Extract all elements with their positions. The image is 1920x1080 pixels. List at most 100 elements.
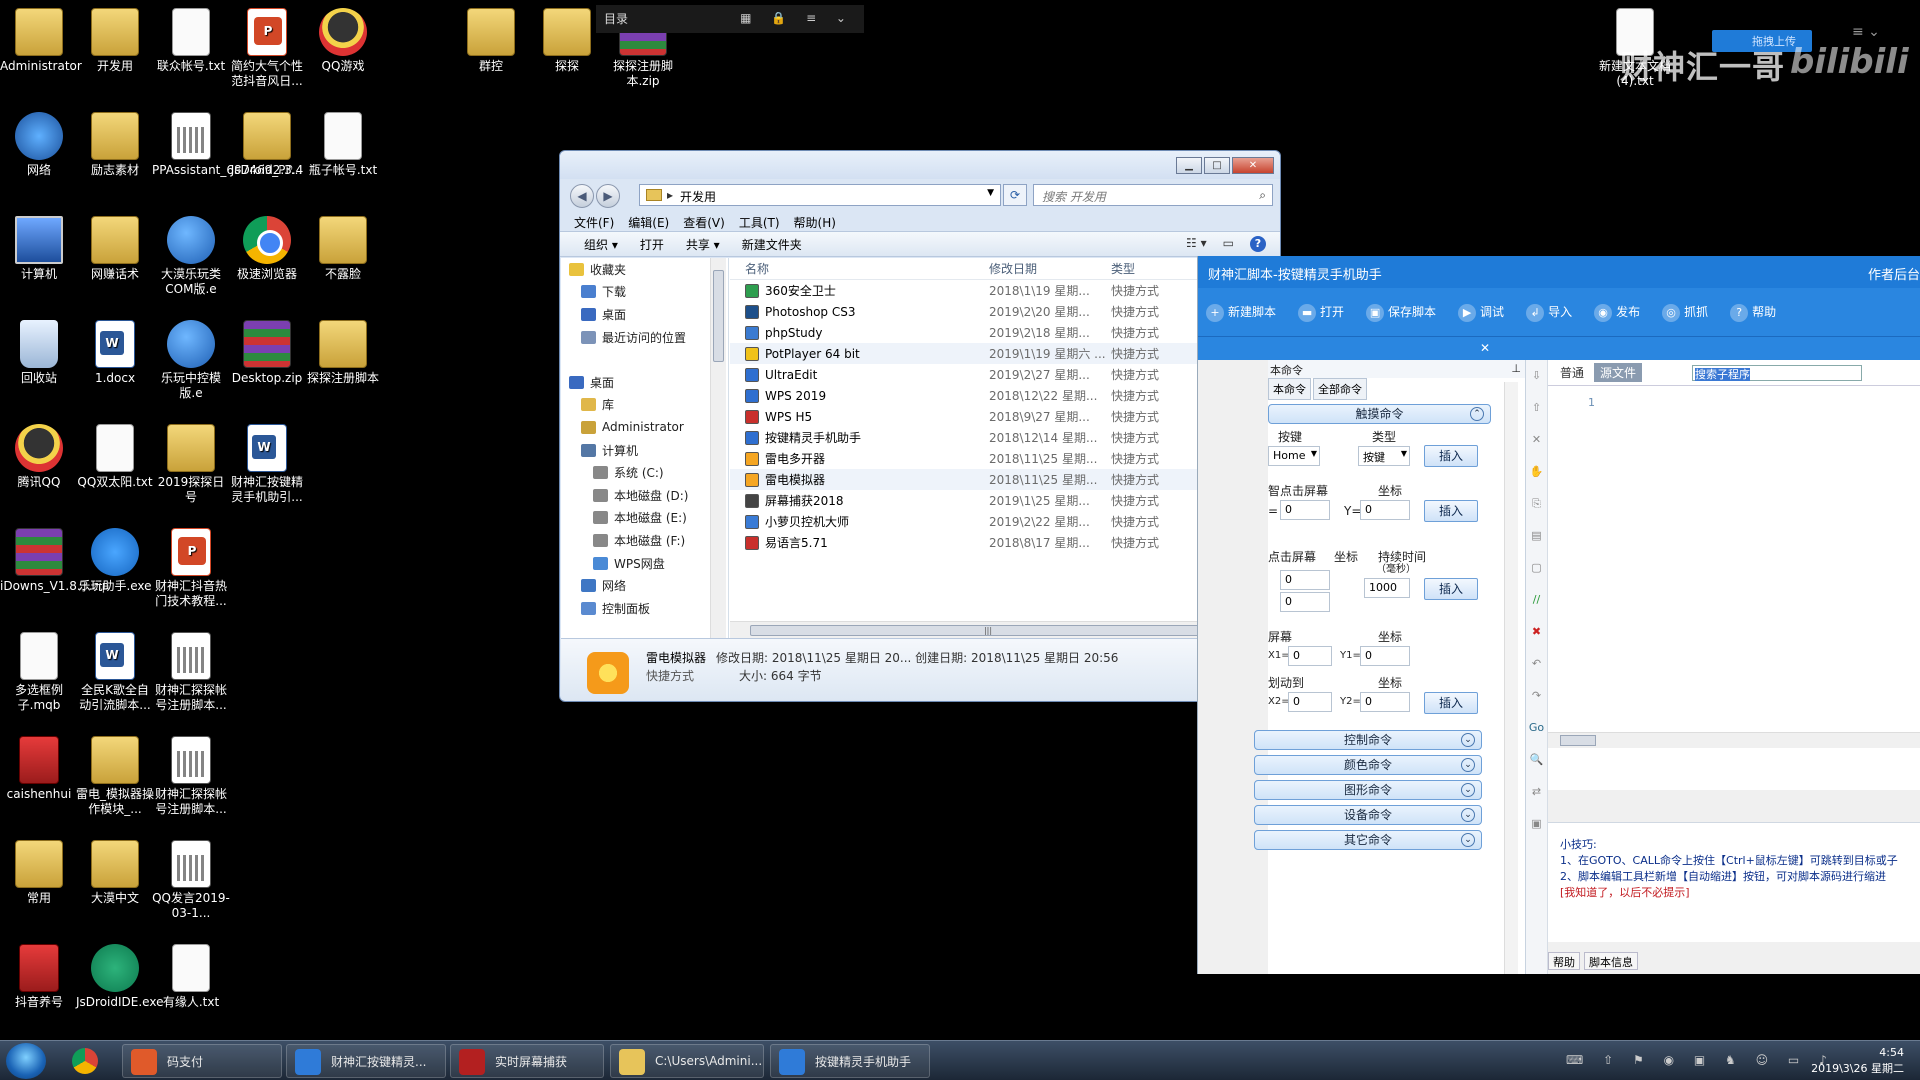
press-y-input[interactable]: 0	[1280, 592, 1330, 612]
tab-script-info[interactable]: 脚本信息	[1584, 952, 1638, 970]
goto-icon[interactable]: Go	[1526, 712, 1547, 744]
start-button[interactable]	[6, 1043, 46, 1079]
desktop-icon[interactable]: QQ发言2019-03-1...	[152, 840, 230, 921]
clock[interactable]: 4:54 2019\3\26 星期二	[1811, 1045, 1904, 1077]
view-options-icon[interactable]: ☷ ▾	[1186, 236, 1207, 252]
nav-item[interactable]: Administrator	[561, 416, 728, 439]
desktop-icon[interactable]: 探探注册脚本	[304, 320, 382, 386]
search-input[interactable]: 搜索 开发用 ⌕	[1033, 184, 1273, 206]
app-window[interactable]: 财神汇脚本-按键精灵手机助手 作者后台 + 新建脚本 ▬ 打开 ▣ 保存脚本 ▶ 调试 ↲ 导入 ◉…	[1197, 256, 1920, 974]
col-date[interactable]: 修改日期	[989, 260, 1111, 277]
minimize-button[interactable]: ▁	[1176, 157, 1202, 174]
desktop-icon[interactable]: 常用	[0, 840, 78, 906]
toolbar-button[interactable]: ▶ 调试	[1458, 303, 1504, 322]
nav-item[interactable]: 桌面	[561, 303, 728, 326]
menu-item[interactable]: 帮助(H)	[794, 214, 836, 231]
copy-icon[interactable]: ⎘	[1526, 488, 1547, 520]
taskbar-item[interactable]: C:\Users\Admini...	[610, 1044, 764, 1078]
comment-icon[interactable]: //	[1526, 584, 1547, 616]
back-arrow-icon[interactable]: ◀	[570, 184, 594, 208]
pin-icon[interactable]: ⊥	[1511, 362, 1521, 375]
format-icon[interactable]: ▢	[1526, 552, 1547, 584]
desktop-icon[interactable]: 网络	[0, 112, 78, 178]
desktop-icon[interactable]: 抖音养号	[0, 944, 78, 1010]
command-button[interactable]: 组织 ▾	[584, 236, 618, 253]
desktop-icon[interactable]: 瓶子帐号.txt	[304, 112, 382, 178]
preview-pane-icon[interactable]: ▭	[1223, 236, 1234, 252]
desktop-icon[interactable]: 全民K歌全自动引流脚本...	[76, 632, 154, 713]
subroutine-search[interactable]: 搜索子程序	[1692, 364, 1863, 381]
insert-button-4[interactable]: 插入	[1424, 692, 1478, 714]
menu-item[interactable]: 工具(T)	[739, 214, 780, 231]
tap-x-input[interactable]: 0	[1280, 500, 1330, 520]
floating-toolbar[interactable]: 目录 ▦ 🔒 ≡ ⌄	[596, 5, 864, 33]
redo-icon[interactable]: ↷	[1526, 680, 1547, 712]
insert-button-3[interactable]: 插入	[1424, 578, 1478, 600]
press-x-input[interactable]: 0	[1280, 570, 1330, 590]
toolbar-button[interactable]: ? 帮助	[1730, 303, 1776, 322]
floating-toolbar-icons[interactable]: ▦ 🔒 ≡ ⌄	[740, 11, 854, 25]
nav-item[interactable]: 控制面板	[561, 597, 728, 620]
desktop-icon[interactable]: 探探	[528, 8, 606, 74]
nav-item[interactable]: 库	[561, 394, 728, 417]
uncomment-icon[interactable]: ✖	[1526, 616, 1547, 648]
delete-icon[interactable]: ✕	[1526, 424, 1547, 456]
close-button[interactable]: ✕	[1232, 157, 1274, 174]
panel-subtab[interactable]: 全部命令	[1313, 378, 1367, 400]
section-collapsed[interactable]: 图形命令 ⌄	[1254, 780, 1482, 800]
desktop-icon[interactable]: QQ双太阳.txt	[76, 424, 154, 490]
author-backend-link[interactable]: 作者后台	[1868, 264, 1920, 283]
swipe-x2-input[interactable]: 0	[1288, 692, 1332, 712]
desktop-icon[interactable]: QQ游戏	[304, 8, 382, 74]
menu-item[interactable]: 文件(F)	[574, 214, 614, 231]
arrow-down-icon[interactable]: ⇩	[1526, 360, 1547, 392]
nav-item[interactable]: 网络	[561, 574, 728, 597]
desktop-icon[interactable]: 励志素材	[76, 112, 154, 178]
desktop-icon[interactable]: 回收站	[0, 320, 78, 386]
desktop-icon[interactable]: 财神汇探探帐号注册脚本...	[152, 736, 230, 817]
arrow-up-icon[interactable]: ⇧	[1526, 392, 1547, 424]
help-icon[interactable]: ?	[1250, 236, 1266, 252]
desktop-icon[interactable]: 2019探探日号	[152, 424, 230, 505]
insert-button-1[interactable]: 插入	[1424, 445, 1478, 467]
desktop-icon[interactable]: 不露脸	[304, 216, 382, 282]
nav-item[interactable]: 本地磁盘 (F:)	[561, 529, 728, 552]
taskbar-item[interactable]: 码支付	[122, 1044, 282, 1078]
nav-item[interactable]: 本地磁盘 (D:)	[561, 484, 728, 507]
section-collapsed[interactable]: 控制命令 ⌄	[1254, 730, 1482, 750]
desktop-icon[interactable]: 简约大气个性范抖音风日...	[228, 8, 306, 89]
find-icon[interactable]: 🔍	[1526, 744, 1547, 776]
section-collapsed[interactable]: 颜色命令 ⌄	[1254, 755, 1482, 775]
desktop-icon[interactable]: 乐玩中控模版.e	[152, 320, 230, 401]
desktop-icon[interactable]: 联众帐号.txt	[152, 8, 230, 74]
toolbar-button[interactable]: ◎ 抓抓	[1662, 303, 1708, 322]
desktop-icon[interactable]: JsDroidIDE.exe	[76, 944, 163, 1010]
type-select[interactable]: 按键 ▼	[1358, 446, 1410, 466]
col-name[interactable]: 名称	[730, 260, 989, 277]
nav-item[interactable]: 下载	[561, 281, 728, 304]
section-touch[interactable]: 触摸命令 ⌃	[1268, 404, 1491, 424]
desktop-icon[interactable]: 雷电_模拟器操作模块_...	[76, 736, 154, 817]
desktop-icon[interactable]: iDowns_V1.8.3.zip	[0, 528, 109, 594]
key-select[interactable]: Home ▼	[1268, 446, 1320, 466]
desktop-icon[interactable]: 乐玩助手.exe	[76, 528, 154, 594]
menu-item[interactable]: 查看(V)	[683, 214, 725, 231]
nav-item[interactable]: 最近访问的位置	[561, 326, 728, 349]
insert-button-2[interactable]: 插入	[1424, 500, 1478, 522]
chrome-taskbar-icon[interactable]	[64, 1044, 110, 1078]
duration-input[interactable]: 1000	[1364, 578, 1410, 598]
editor-hscroll[interactable]	[1548, 732, 1920, 748]
tab-normal[interactable]: 普通	[1560, 364, 1584, 381]
desktop-icon[interactable]: 网赚话术	[76, 216, 154, 282]
desktop-icon[interactable]: 计算机	[0, 216, 78, 282]
desktop-icon[interactable]: JsDroid2.3.4	[228, 112, 306, 178]
nav-item[interactable]: 计算机	[561, 439, 728, 462]
address-bar[interactable]: ▸ 开发用 ▼	[639, 184, 1001, 206]
tap-y-input[interactable]: 0	[1360, 500, 1410, 520]
toolbar-button[interactable]: ↲ 导入	[1526, 303, 1572, 322]
tab-help[interactable]: 帮助	[1548, 952, 1580, 970]
desktop-icon[interactable]: 财神汇探探帐号注册脚本...	[152, 632, 230, 713]
replace-icon[interactable]: ⇄	[1526, 776, 1547, 808]
menu-icon[interactable]: ≡ ⌄	[1852, 24, 1880, 40]
nav-item[interactable]: 本地磁盘 (E:)	[561, 507, 728, 530]
